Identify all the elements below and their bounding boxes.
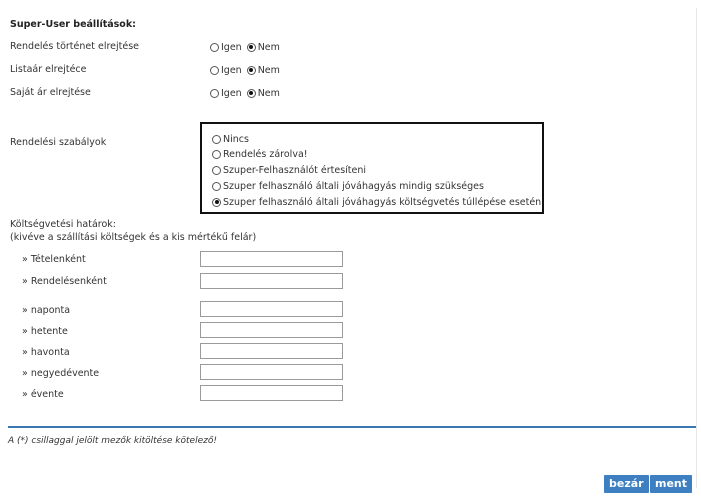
budget-input-per-order[interactable] — [200, 273, 343, 289]
rule-option-approve-over-budget[interactable]: Szuper felhasználó általi jóváhagyás köl… — [212, 196, 541, 208]
radio-group-order-history: Igen Nem — [210, 41, 285, 53]
radio-group-own-price: Igen Nem — [210, 87, 285, 99]
rule-option-label: Rendelés zárolva! — [223, 148, 308, 160]
radio-label-yes: Igen — [221, 87, 242, 99]
budget-input-quarterly[interactable] — [200, 364, 343, 380]
budget-label-per-order: » Rendelésenként — [22, 276, 107, 287]
rule-option-none[interactable]: Nincs — [212, 133, 249, 145]
radio-label-no: Nem — [257, 87, 280, 99]
rule-option-label: Nincs — [223, 133, 249, 145]
radio-list-price-yes[interactable] — [210, 65, 219, 75]
rule-option-label: Szuper felhasználó általi jóváhagyás min… — [223, 180, 484, 192]
rule-radio-locked[interactable] — [212, 149, 221, 159]
close-button[interactable]: bezár — [604, 475, 649, 493]
radio-label-yes: Igen — [221, 41, 242, 53]
rule-radio-none[interactable] — [212, 134, 221, 144]
rule-radio-approve-over-budget[interactable] — [212, 197, 221, 207]
rule-radio-notify[interactable] — [212, 165, 221, 175]
radio-group-list-price: Igen Nem — [210, 64, 285, 76]
setting-label-own-price: Saját ár elrejtése — [10, 87, 91, 98]
radio-label-no: Nem — [257, 64, 280, 76]
radio-order-history-no[interactable] — [246, 42, 256, 52]
budget-input-yearly[interactable] — [200, 385, 343, 401]
radio-list-price-no[interactable] — [246, 65, 256, 75]
budget-label-quarterly: » negyedévente — [22, 368, 100, 379]
rule-option-label: Szuper-Felhasználót értesíteni — [223, 164, 367, 176]
budget-input-per-item[interactable] — [200, 251, 343, 267]
setting-label-list-price: Listaár elrejtéce — [10, 64, 87, 75]
radio-label-yes: Igen — [221, 64, 242, 76]
save-button[interactable]: ment — [650, 475, 693, 493]
budget-input-daily[interactable] — [200, 301, 343, 317]
rules-label: Rendelési szabályok — [10, 137, 107, 148]
budget-subtitle: (kivéve a szállítási költségek és a kis … — [10, 232, 257, 243]
rule-option-notify[interactable]: Szuper-Felhasználót értesíteni — [212, 164, 366, 176]
budget-label-per-item: » Tételenként — [22, 254, 86, 265]
rule-option-locked[interactable]: Rendelés zárolva! — [212, 148, 308, 160]
budget-label-daily: » naponta — [22, 305, 71, 316]
budget-label-monthly: » havonta — [22, 347, 70, 358]
page-title: Super-User beállítások: — [10, 19, 136, 30]
radio-own-price-yes[interactable] — [210, 88, 219, 98]
rule-radio-always-approve[interactable] — [212, 181, 221, 191]
budget-input-weekly[interactable] — [200, 322, 343, 338]
radio-own-price-no[interactable] — [246, 88, 256, 98]
budget-input-monthly[interactable] — [200, 343, 343, 359]
radio-order-history-yes[interactable] — [210, 42, 219, 52]
rule-option-label: Szuper felhasználó általi jóváhagyás köl… — [223, 196, 542, 208]
budget-label-yearly: » évente — [22, 389, 64, 400]
settings-panel — [8, 8, 697, 488]
footer-divider — [8, 426, 696, 428]
required-fields-note: A (*) csillaggal jelölt mezők kitöltése … — [8, 436, 217, 446]
rule-option-always-approve[interactable]: Szuper felhasználó általi jóváhagyás min… — [212, 180, 484, 192]
budget-title: Költségvetési határok: — [10, 219, 117, 230]
radio-label-no: Nem — [257, 41, 280, 53]
budget-label-weekly: » hetente — [22, 326, 68, 337]
setting-label-order-history: Rendelés történet elrejtése — [10, 41, 140, 52]
